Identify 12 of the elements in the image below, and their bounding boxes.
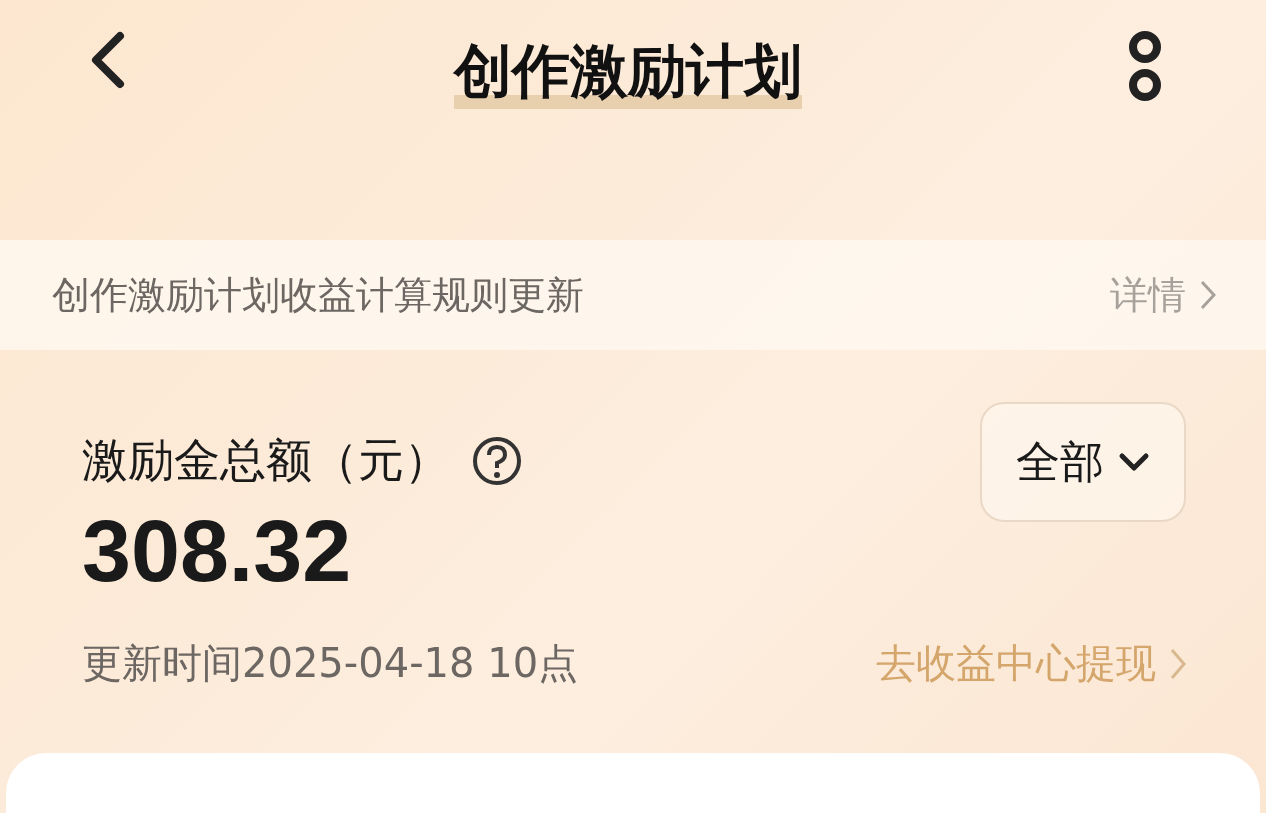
total-label: 激励金总额（元） xyxy=(82,432,450,489)
more-icon xyxy=(1128,30,1162,102)
notice-text: 创作激励计划收益计算规则更新 xyxy=(52,271,584,319)
total-amount: 308.32 xyxy=(82,500,353,602)
chevron-right-icon xyxy=(1170,647,1186,680)
chevron-down-icon xyxy=(1118,452,1150,472)
filter-dropdown[interactable]: 全部 xyxy=(980,402,1186,522)
help-icon[interactable] xyxy=(472,436,522,486)
withdraw-link[interactable]: 去收益中心提现 xyxy=(876,636,1186,691)
details-link[interactable]: 详情 xyxy=(1110,269,1216,321)
update-time: 更新时间2025-04-18 10点 xyxy=(82,639,579,688)
chevron-right-icon xyxy=(1200,280,1216,310)
